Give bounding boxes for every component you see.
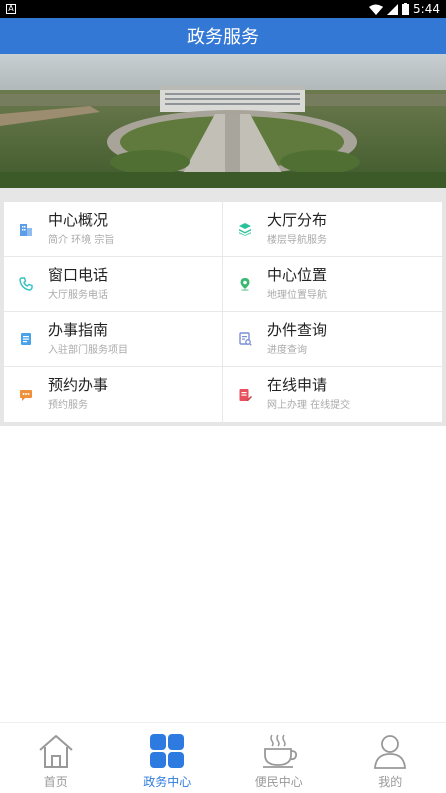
tab-government-center[interactable]: 政务中心 — [112, 723, 224, 793]
service-grid: 中心概况 简介 环境 宗旨 大厅分布 楼层导航服务 窗口电话 大厅服务电话 中心… — [4, 202, 442, 422]
tab-home[interactable]: 首页 — [0, 723, 112, 793]
status-bar: A 5:44 — [0, 0, 446, 18]
banner-image[interactable] — [0, 54, 446, 188]
home-icon — [39, 735, 73, 768]
grid-item-subtitle: 简介 环境 宗旨 — [48, 234, 115, 246]
tab-label: 便民中心 — [254, 775, 303, 789]
tab-label: 政务中心 — [143, 775, 192, 789]
grid-item-subtitle: 预约服务 — [48, 400, 88, 411]
grid-item-appointment[interactable]: 预约办事 预约服务 — [4, 367, 223, 422]
grid-item-service-guide[interactable]: 办事指南 入驻部门服务项目 — [4, 312, 223, 367]
grid-item-title: 预约办事 — [48, 376, 109, 394]
wifi-icon — [369, 4, 384, 15]
user-icon — [374, 735, 407, 769]
grid-item-subtitle: 进度查询 — [267, 344, 307, 356]
grid-item-title: 办事指南 — [48, 320, 109, 339]
cup-icon — [262, 734, 297, 768]
grid-item-subtitle: 地理位置导航 — [267, 289, 327, 301]
layers-icon — [239, 223, 251, 236]
grid-item-subtitle: 入驻部门服务项目 — [48, 344, 128, 356]
battery-icon — [402, 3, 410, 15]
grid-item-online-application[interactable]: 在线申请 网上办理 在线提交 — [223, 367, 442, 422]
grid-item-subtitle: 楼层导航服务 — [267, 234, 327, 246]
grid-item-subtitle: 网上办理 在线提交 — [267, 400, 351, 411]
grid-item-subtitle: 大厅服务电话 — [48, 289, 108, 301]
building-icon — [20, 224, 32, 236]
grid-item-hall-distribution[interactable]: 大厅分布 楼层导航服务 — [223, 202, 442, 257]
page-title: 政务服务 — [187, 27, 259, 48]
grid-item-title: 窗口电话 — [48, 265, 109, 284]
edit-doc-icon — [239, 388, 252, 401]
signal-icon — [387, 3, 399, 15]
tab-label: 首页 — [43, 775, 68, 789]
location-icon — [240, 278, 250, 291]
grid-item-title: 中心位置 — [267, 265, 328, 284]
grid-item-center-overview[interactable]: 中心概况 简介 环境 宗旨 — [4, 202, 223, 257]
grid-item-window-phone[interactable]: 窗口电话 大厅服务电话 — [4, 257, 223, 312]
search-doc-icon — [239, 332, 252, 346]
tab-convenience-center[interactable]: 便民中心 — [223, 723, 335, 793]
service-grid-container: 中心概况 简介 环境 宗旨 大厅分布 楼层导航服务 窗口电话 大厅服务电话 中心… — [0, 188, 446, 426]
bottom-tab-bar: 首页 政务中心 便民中心 我的 — [0, 722, 446, 793]
grid-item-title: 在线申请 — [267, 376, 328, 394]
chat-icon — [20, 389, 32, 401]
tab-mine[interactable]: 我的 — [335, 723, 446, 793]
notification-icon: A — [6, 4, 16, 14]
phone-icon — [19, 277, 33, 291]
grid-item-case-query[interactable]: 办件查询 进度查询 — [223, 312, 442, 367]
document-icon — [21, 333, 31, 345]
grid-item-title: 中心概况 — [48, 210, 109, 229]
tab-label: 我的 — [378, 775, 403, 789]
status-time: 5:44 — [413, 2, 440, 16]
government-building-photo — [0, 54, 446, 188]
header-bar: 政务服务 — [0, 18, 446, 54]
grid-item-title: 大厅分布 — [267, 210, 328, 229]
grid-icon — [150, 734, 185, 768]
grid-item-title: 办件查询 — [267, 320, 328, 339]
grid-item-center-location[interactable]: 中心位置 地理位置导航 — [223, 257, 442, 312]
